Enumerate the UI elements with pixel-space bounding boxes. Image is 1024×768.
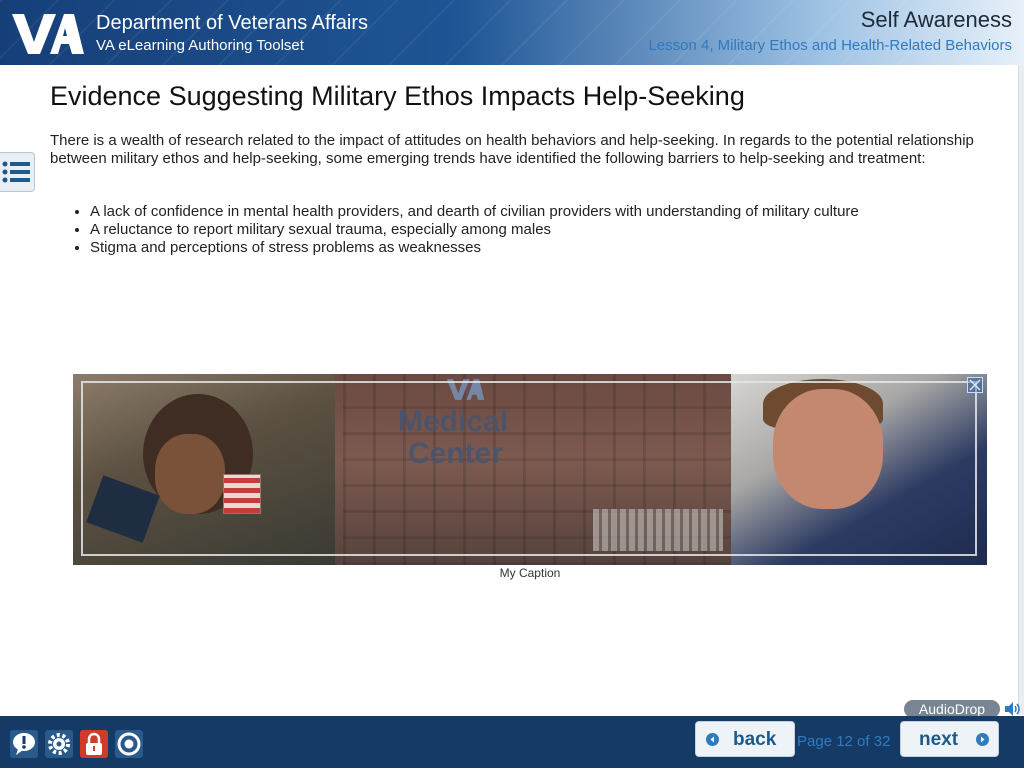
image-caption: My Caption bbox=[499, 566, 561, 580]
lesson-title: Lesson 4, Military Ethos and Health-Rela… bbox=[648, 37, 1012, 54]
next-label: next bbox=[919, 729, 959, 750]
menu-toggle-button[interactable] bbox=[0, 152, 35, 192]
toolset-name: VA eLearning Authoring Toolset bbox=[96, 37, 304, 54]
header-banner: Department of Veterans Affairs VA eLearn… bbox=[0, 0, 1024, 65]
chevron-left-icon bbox=[706, 733, 719, 746]
back-button[interactable]: back bbox=[695, 721, 795, 757]
speaker-icon[interactable] bbox=[1004, 701, 1022, 717]
course-title: Self Awareness bbox=[860, 7, 1012, 32]
help-icon[interactable] bbox=[10, 730, 38, 758]
scrollbar[interactable] bbox=[1018, 65, 1024, 715]
circle-icon[interactable] bbox=[115, 730, 143, 758]
next-button[interactable]: next bbox=[900, 721, 999, 757]
gear-icon[interactable] bbox=[45, 730, 73, 758]
page-title: Evidence Suggesting Military Ethos Impac… bbox=[50, 81, 745, 111]
lock-icon[interactable] bbox=[80, 730, 108, 758]
list-item: Stigma and perceptions of stress problem… bbox=[90, 239, 859, 257]
image-frame bbox=[81, 381, 977, 556]
list-icon bbox=[2, 161, 30, 183]
content-image: Medical Center bbox=[73, 374, 987, 565]
list-item: A reluctance to report military sexual t… bbox=[90, 221, 859, 239]
page-indicator: Page 12 of 32 bbox=[797, 733, 891, 750]
intro-paragraph: There is a wealth of research related to… bbox=[50, 132, 974, 167]
barrier-list: A lack of confidence in mental health pr… bbox=[70, 203, 859, 257]
back-label: back bbox=[733, 729, 777, 750]
va-logo-icon bbox=[12, 14, 84, 54]
list-item: A lack of confidence in mental health pr… bbox=[90, 203, 859, 221]
chevron-right-icon bbox=[976, 733, 989, 746]
expand-icon[interactable] bbox=[967, 377, 983, 393]
org-name: Department of Veterans Affairs bbox=[96, 12, 369, 34]
